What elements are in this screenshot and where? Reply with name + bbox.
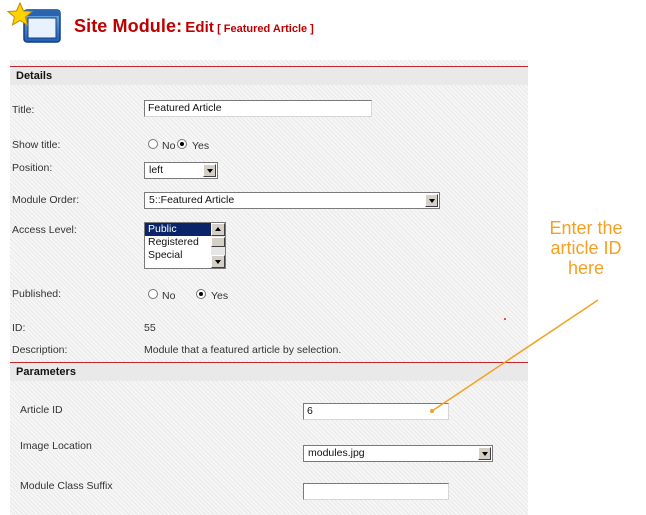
- callout-arrow-line: [431, 299, 599, 412]
- callout-arrow: [430, 299, 599, 413]
- callout-arrow-tip: [430, 409, 434, 413]
- red-dot: [504, 318, 506, 320]
